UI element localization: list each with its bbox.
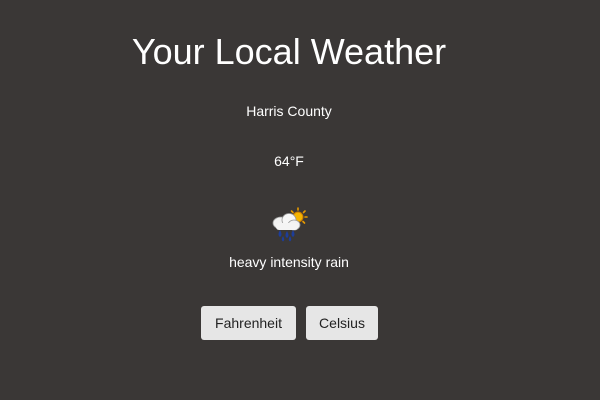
fahrenheit-button[interactable]: Fahrenheit	[201, 306, 296, 340]
location-label: Harris County	[246, 103, 332, 119]
page-title: Your Local Weather	[131, 31, 447, 72]
heavy-rain-sun-icon	[268, 207, 310, 243]
raindrop-icon	[278, 230, 295, 242]
weather-page: Your Local Weather Harris County 64°F he…	[0, 0, 600, 400]
weather-description: heavy intensity rain	[229, 254, 349, 270]
temperature-value: 64°F	[274, 153, 304, 169]
celsius-button[interactable]: Celsius	[306, 306, 378, 340]
